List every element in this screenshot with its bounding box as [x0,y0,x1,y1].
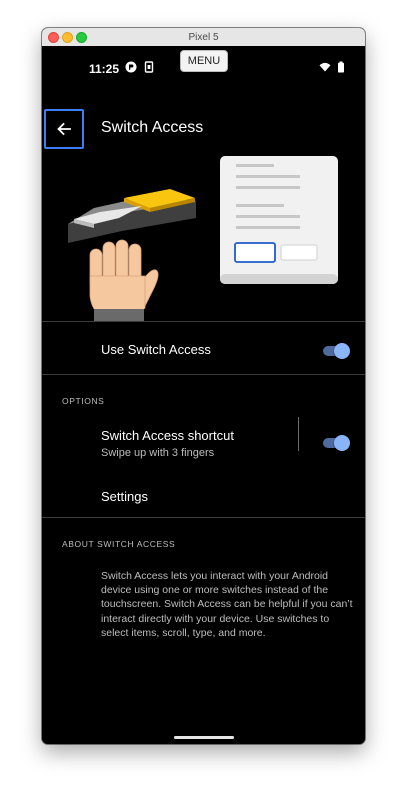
window-title: Pixel 5 [188,31,219,43]
use-switch-access-label: Use Switch Access [101,342,211,357]
minimize-window-button[interactable] [62,32,73,43]
about-section-header: ABOUT SWITCH ACCESS [62,539,176,549]
vertical-separator [298,417,299,451]
switch-box-illustration [68,189,196,243]
zoom-window-button[interactable] [76,32,87,43]
app-notification-icon [125,61,137,73]
use-switch-access-row[interactable]: Use Switch Access [42,327,365,374]
about-description: Switch Access lets you interact with you… [101,570,353,639]
status-time: 11:25 [89,62,120,76]
use-switch-access-toggle[interactable] [323,343,350,359]
options-section-header: OPTIONS [62,396,105,406]
wifi-icon [319,62,331,72]
toggle-thumb [334,435,350,451]
switch-access-shortcut-toggle[interactable] [323,435,350,451]
app-bar: Switch Access [42,108,365,154]
toggle-thumb [334,343,350,359]
battery-icon [338,61,344,73]
hand-illustration [89,239,159,321]
divider [42,321,365,322]
back-button[interactable] [44,109,84,149]
back-arrow-icon [57,122,71,136]
page-title: Switch Access [101,119,204,136]
divider [42,517,365,518]
window-titlebar: Pixel 5 [42,28,365,47]
divider [42,374,365,375]
settings-label: Settings [101,489,148,504]
screen-card-illustration [220,156,338,284]
close-window-button[interactable] [48,32,59,43]
gesture-navigation-bar[interactable] [174,736,234,739]
switch-access-illustration [68,156,338,321]
emulator-window: Pixel 5 11:25 MENU Switch Access Use Swi… [42,28,365,744]
device-screen: 11:25 MENU Switch Access Use Switch Acce… [42,46,365,744]
emulator-menu-button[interactable]: MENU [180,50,228,72]
shortcut-subtitle: Swipe up with 3 fingers [101,447,215,459]
sim-icon [144,61,154,73]
status-bar: 11:25 MENU [42,46,365,90]
wrist-cuff-illustration [94,309,144,321]
shortcut-title: Switch Access shortcut [101,428,234,443]
